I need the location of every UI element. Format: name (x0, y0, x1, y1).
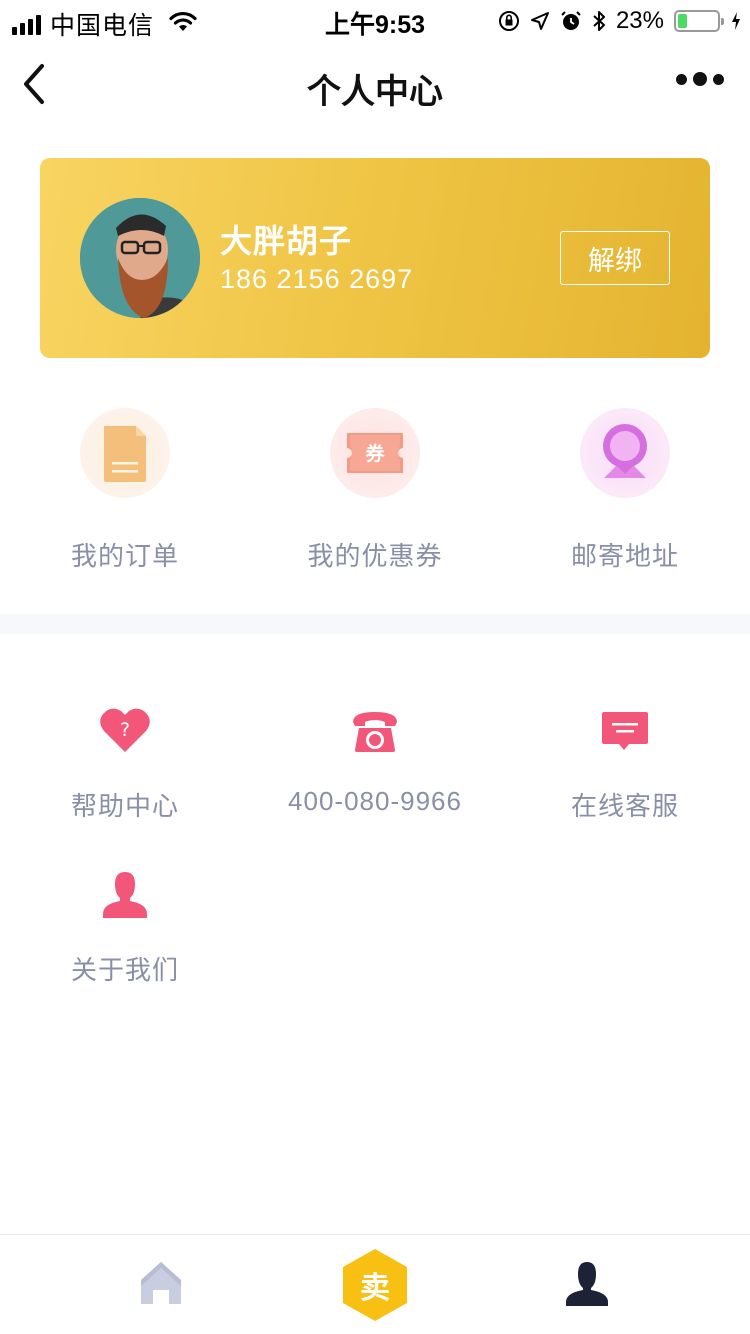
help-center-label: 帮助中心 (70, 791, 179, 821)
sell-icon: 卖 (340, 1247, 410, 1323)
battery-percent: 23% (615, 7, 664, 34)
mailing-address-button[interactable]: 邮寄地址 (500, 408, 750, 578)
battery-icon (674, 10, 724, 32)
charging-bolt-icon (730, 11, 742, 31)
svg-text:?: ? (120, 719, 130, 741)
my-orders-label: 我的订单 (70, 541, 179, 571)
navigation-bar: 个人中心 (0, 40, 750, 130)
chat-bubble-icon (500, 700, 750, 760)
alarm-icon (560, 10, 582, 32)
rotation-lock-icon (498, 10, 520, 32)
online-service-button[interactable]: 在线客服 (500, 700, 750, 840)
section-divider (0, 614, 750, 634)
coupon-icon: 券 (330, 408, 420, 498)
tab-sell[interactable]: 卖 (300, 1235, 450, 1334)
tab-home[interactable] (86, 1235, 236, 1334)
user-phone: 186 2156 2697 (220, 264, 414, 294)
my-coupons-button[interactable]: 券 我的优惠券 (250, 408, 500, 578)
sell-label: 卖 (360, 1271, 390, 1306)
help-center-button[interactable]: ? 帮助中心 (0, 700, 250, 840)
help-heart-icon: ? (0, 700, 250, 760)
about-us-label: 关于我们 (70, 955, 179, 985)
tab-profile[interactable] (512, 1235, 662, 1334)
more-options-icon[interactable] (676, 72, 724, 86)
page-title: 个人中心 (307, 73, 443, 111)
mailing-address-label: 邮寄地址 (570, 541, 679, 571)
online-service-label: 在线客服 (570, 791, 679, 821)
user-name: 大胖胡子 (220, 223, 353, 259)
about-us-button[interactable]: 关于我们 (0, 864, 250, 1004)
status-bar: 中国电信 上午9:53 23% (0, 0, 750, 40)
person-icon (0, 864, 250, 924)
location-pin-icon (580, 408, 670, 498)
location-arrow-icon (530, 11, 550, 31)
avatar (80, 198, 200, 318)
profile-icon (564, 1260, 610, 1311)
home-icon (139, 1260, 183, 1311)
unbind-button[interactable]: 解绑 (560, 231, 670, 285)
telephone-icon (250, 700, 500, 760)
my-orders-button[interactable]: 我的订单 (0, 408, 250, 578)
bluetooth-icon (592, 9, 606, 33)
hotline-button[interactable]: 400-080-9966 (250, 700, 500, 840)
order-document-icon (80, 408, 170, 498)
hotline-label: 400-080-9966 (288, 786, 462, 816)
my-coupons-label: 我的优惠券 (307, 541, 443, 571)
profile-card: 大胖胡子 186 2156 2697 解绑 (40, 158, 710, 358)
tab-bar: 卖 (0, 1234, 750, 1334)
coupon-icon-text: 券 (365, 444, 385, 465)
